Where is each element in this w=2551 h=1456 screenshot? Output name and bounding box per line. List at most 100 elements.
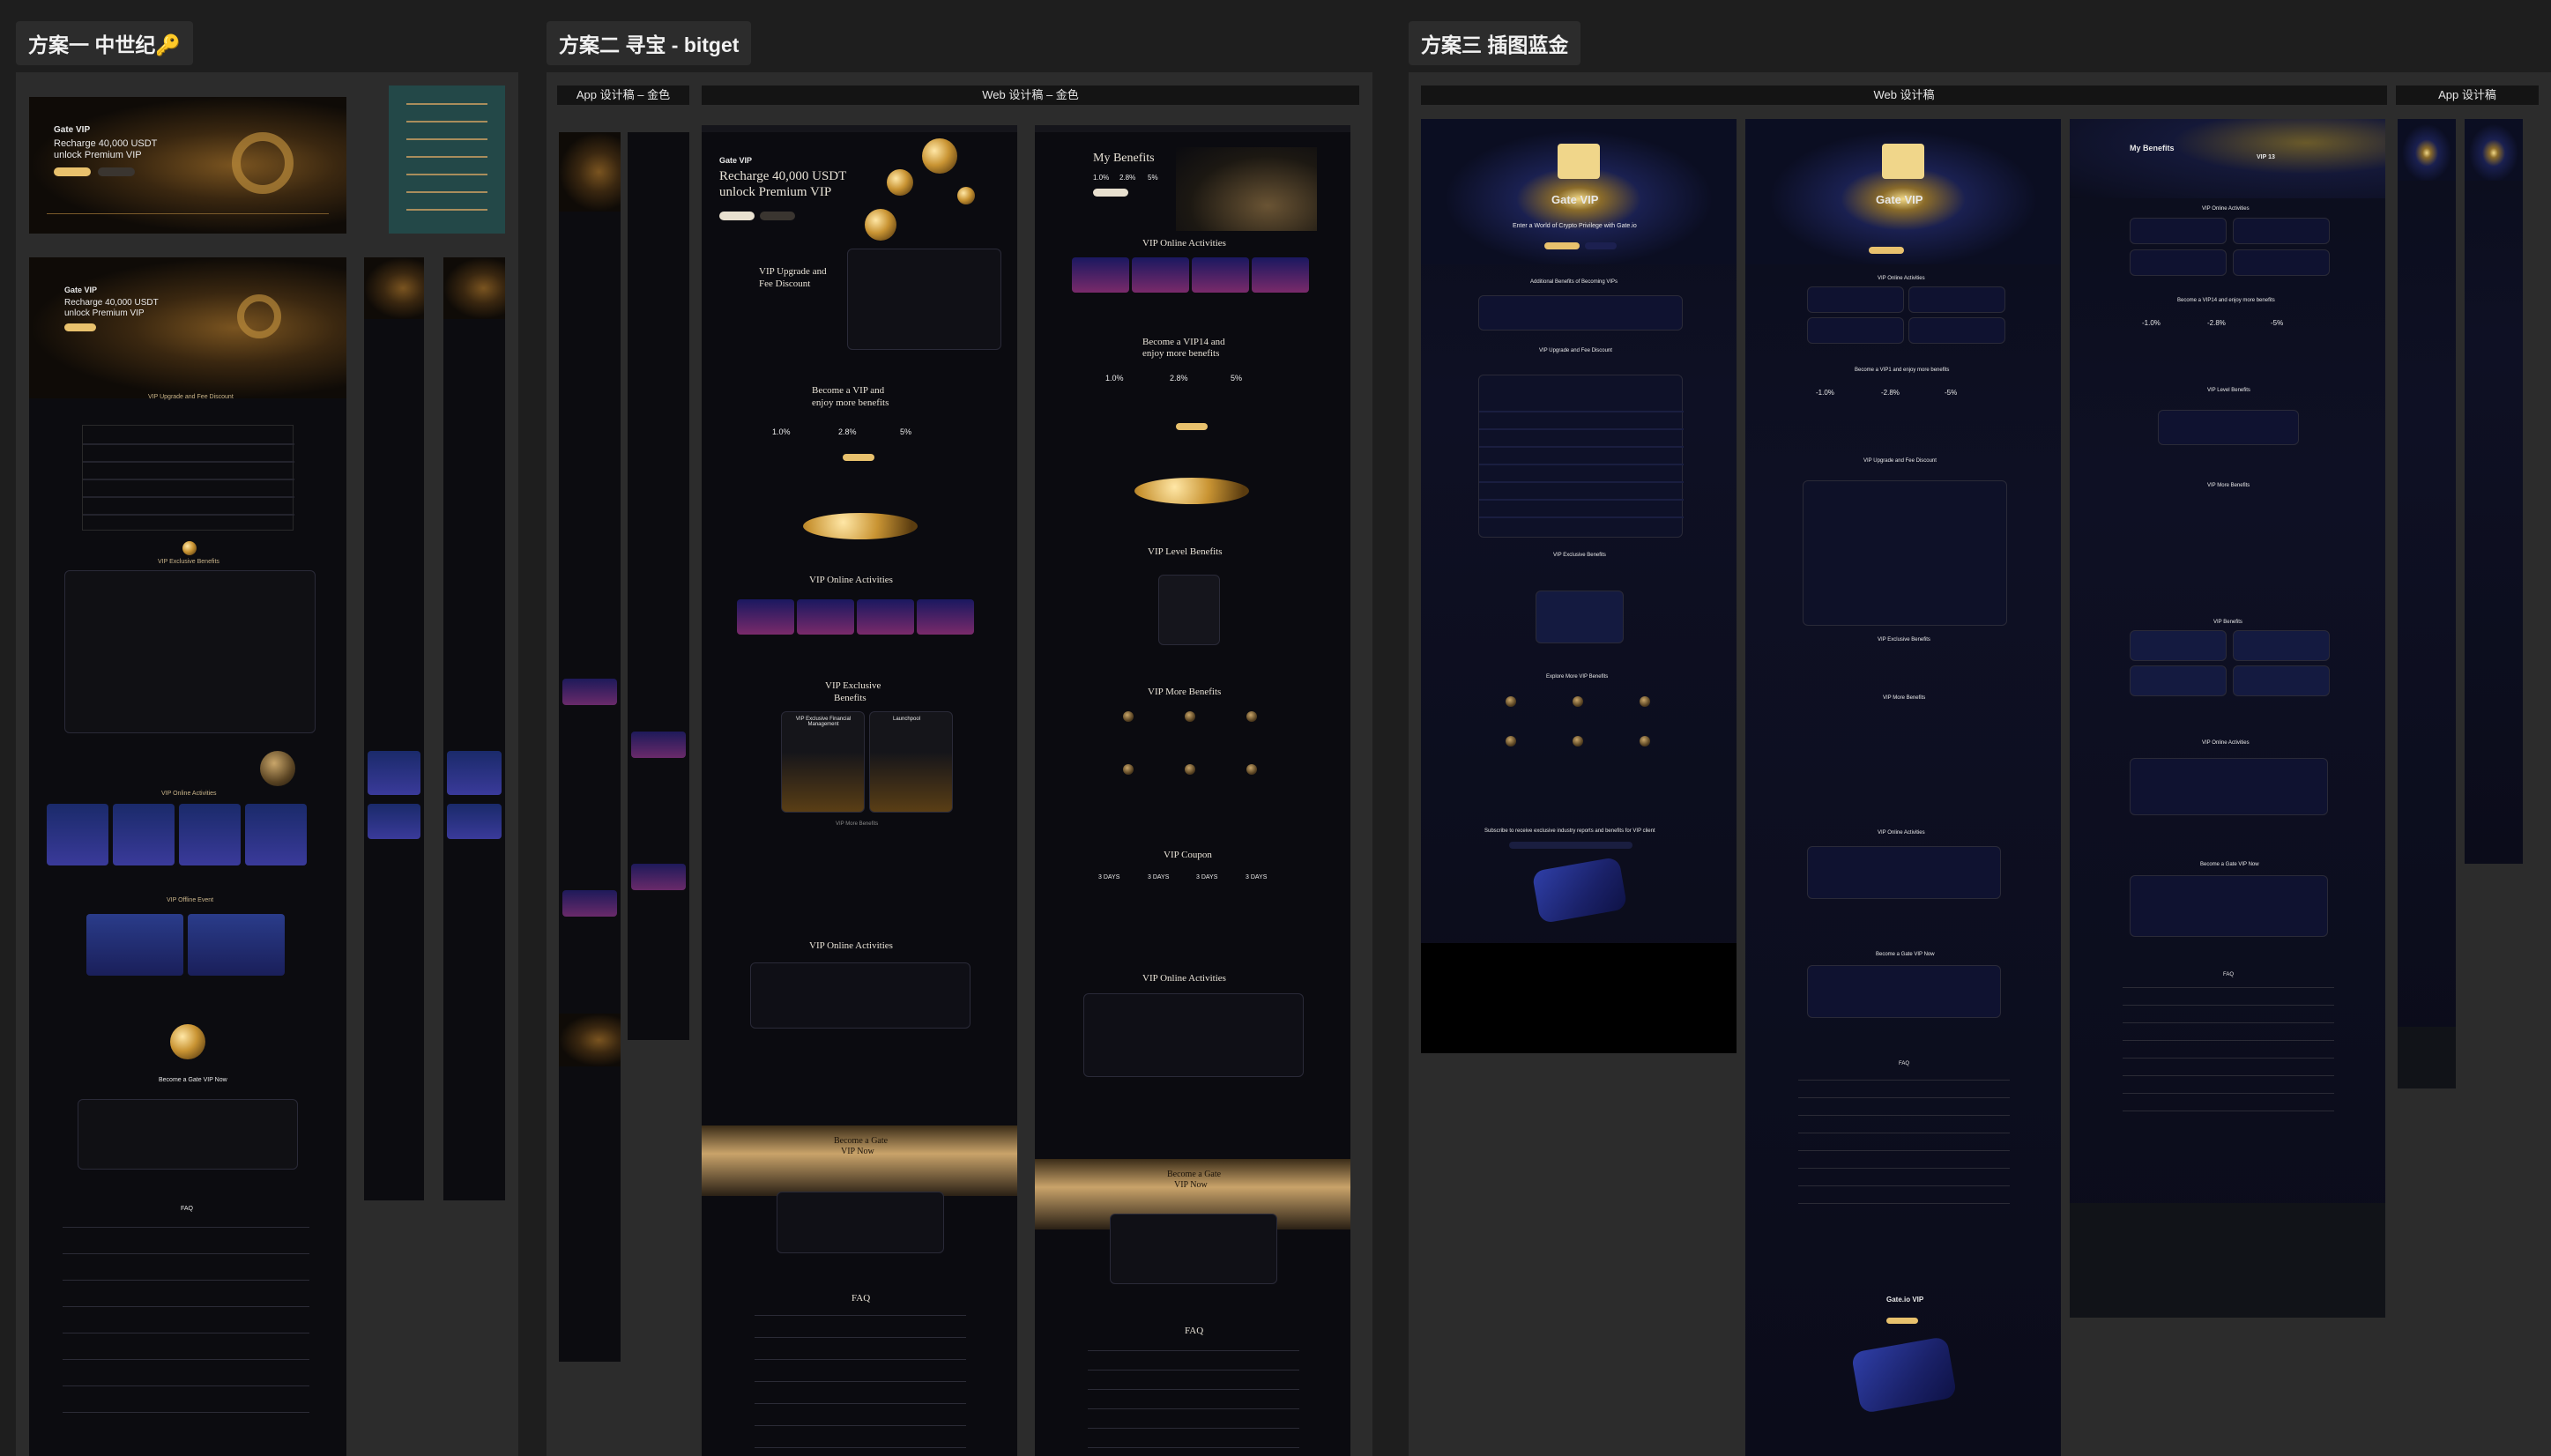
- activity-card[interactable]: [1807, 317, 1904, 344]
- faq-item[interactable]: [755, 1359, 966, 1360]
- activity-thumbnail[interactable]: [447, 751, 502, 795]
- activity-card[interactable]: [1807, 286, 1904, 313]
- become-gate-title-1: Become a Gate: [1167, 1170, 1222, 1179]
- hero-section: Gate VIP Enter a World of Crypto Privile…: [1421, 119, 1737, 264]
- benefit-card-financial[interactable]: VIP Exclusive Financial Management: [781, 711, 865, 813]
- banner-cta-button[interactable]: [54, 167, 91, 176]
- faq-item[interactable]: [1798, 1203, 2010, 1204]
- faq-item[interactable]: [1088, 1408, 1299, 1409]
- faq-item[interactable]: [1798, 1115, 2010, 1116]
- app-subtitle-bar: App 设计稿 – 金色: [557, 85, 689, 105]
- activity-thumbnail[interactable]: [1252, 257, 1309, 293]
- faq-item[interactable]: [1088, 1428, 1299, 1429]
- activity-thumbnail[interactable]: [797, 599, 854, 635]
- faq-item[interactable]: [1088, 1447, 1299, 1448]
- faq-item[interactable]: [1798, 1185, 2010, 1186]
- treasure-illustration: [803, 513, 918, 539]
- faq-item[interactable]: [63, 1359, 309, 1360]
- activity-thumbnail[interactable]: [857, 599, 914, 635]
- activity-thumbnail[interactable]: [179, 804, 241, 865]
- faq-item[interactable]: [1798, 1150, 2010, 1151]
- faq-item[interactable]: [2123, 1040, 2334, 1041]
- activity-thumbnail[interactable]: [631, 864, 686, 890]
- exclusive-title: VIP Exclusive Benefits: [1553, 553, 1606, 558]
- activity-card[interactable]: [1908, 286, 2005, 313]
- faq-item[interactable]: [2123, 1075, 2334, 1076]
- upgrade-button[interactable]: [843, 454, 874, 461]
- activity-thumbnail[interactable]: [368, 751, 420, 795]
- event-photo[interactable]: [86, 914, 183, 976]
- faq-item[interactable]: [63, 1280, 309, 1281]
- hero-secondary-button[interactable]: [1585, 242, 1617, 249]
- benefit-card-launchpool[interactable]: Launchpool: [869, 711, 953, 813]
- activity-card[interactable]: [1908, 317, 2005, 344]
- exclusive-benefits-card: [64, 570, 316, 733]
- faq-item[interactable]: [63, 1306, 309, 1307]
- stat-value: 1.0%: [772, 427, 791, 436]
- faq-item[interactable]: [2123, 1058, 2334, 1059]
- activity-card[interactable]: [2130, 249, 2227, 276]
- activity-thumbnail[interactable]: [447, 804, 502, 839]
- faq-item[interactable]: [1798, 1080, 2010, 1081]
- hero-cta-button[interactable]: [1869, 247, 1904, 254]
- activity-card[interactable]: [2233, 218, 2330, 244]
- subscribe-email-input[interactable]: [1509, 842, 1632, 849]
- activity-thumbnail[interactable]: [1132, 257, 1189, 293]
- activity-thumbnail[interactable]: [113, 804, 175, 865]
- faq-item[interactable]: [755, 1403, 966, 1404]
- faq-title: FAQ: [2223, 972, 2235, 977]
- faq-item[interactable]: [63, 1227, 309, 1228]
- faq-item[interactable]: [2123, 1005, 2334, 1006]
- faq-item[interactable]: [2123, 1093, 2334, 1094]
- faq-item[interactable]: [755, 1425, 966, 1426]
- stat-value: -5%: [2271, 319, 2284, 327]
- stat-value: -1.0%: [1816, 389, 1834, 397]
- activity-thumbnail[interactable]: [245, 804, 307, 865]
- activity-thumbnail[interactable]: [562, 890, 617, 917]
- activity-thumbnail[interactable]: [737, 599, 794, 635]
- hero-secondary-button[interactable]: [719, 212, 755, 220]
- scheme3-web-page-1: Gate VIP Enter a World of Crypto Privile…: [1421, 119, 1737, 1053]
- faq-item[interactable]: [1798, 1097, 2010, 1098]
- faq-item[interactable]: [63, 1253, 309, 1254]
- activity-thumbnail[interactable]: [917, 599, 974, 635]
- faq-item[interactable]: [1088, 1370, 1299, 1371]
- exclusive-title: VIP Exclusive Benefits: [1878, 637, 1930, 643]
- faq-item[interactable]: [2123, 987, 2334, 988]
- faq-item[interactable]: [1798, 1168, 2010, 1169]
- app-subtitle-bar: App 设计稿: [2396, 85, 2539, 105]
- benefits-button[interactable]: [1093, 189, 1128, 197]
- faq-item[interactable]: [755, 1337, 966, 1338]
- app-hero: [559, 132, 621, 212]
- faq-title: FAQ: [852, 1293, 871, 1304]
- faq-item[interactable]: [755, 1381, 966, 1382]
- hero-tertiary-button[interactable]: [760, 212, 795, 220]
- faq-item[interactable]: [2123, 1022, 2334, 1023]
- footer-brand: Gate.io VIP: [1886, 1296, 1924, 1304]
- event-photo[interactable]: [188, 914, 285, 976]
- faq-item[interactable]: [755, 1315, 966, 1316]
- faq-item[interactable]: [1088, 1350, 1299, 1351]
- level-card: [2158, 410, 2299, 445]
- activity-thumbnail[interactable]: [47, 804, 108, 865]
- banner-secondary-button[interactable]: [98, 167, 135, 176]
- gate-logo-icon: [232, 132, 294, 194]
- upgrade-button[interactable]: [1176, 423, 1208, 430]
- footer-cta-button[interactable]: [1886, 1318, 1918, 1324]
- hero-cta-button[interactable]: [64, 323, 96, 331]
- faq-item[interactable]: [755, 1447, 966, 1448]
- faq-item[interactable]: [63, 1385, 309, 1386]
- faq-item[interactable]: [1088, 1389, 1299, 1390]
- activity-card[interactable]: [2233, 249, 2330, 276]
- hero-section: My Benefits VIP 13: [2070, 119, 2385, 198]
- faq-item[interactable]: [63, 1412, 309, 1413]
- activity-list: [1083, 993, 1304, 1077]
- activity-card[interactable]: [2130, 218, 2227, 244]
- activity-thumbnail[interactable]: [368, 804, 420, 839]
- footer: [2398, 1027, 2456, 1088]
- activity-thumbnail[interactable]: [1072, 257, 1129, 293]
- activity-thumbnail[interactable]: [562, 679, 617, 705]
- activity-thumbnail[interactable]: [631, 732, 686, 758]
- activity-thumbnail[interactable]: [1192, 257, 1249, 293]
- hero-cta-button[interactable]: [1544, 242, 1580, 249]
